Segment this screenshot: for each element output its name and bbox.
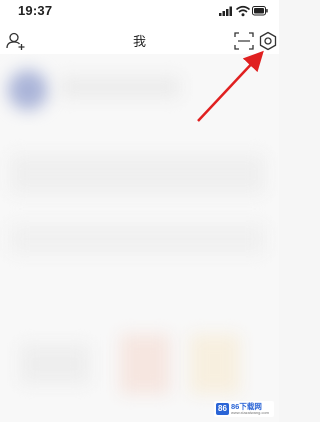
watermark-text-group: 86下载网 www.xiazaiwang.com [231,403,269,416]
watermark-text: 86下载网 [231,401,262,411]
watermark-logo: 86 [216,403,229,415]
watermark-subtext: www.xiazaiwang.com [231,410,270,416]
annotation-arrow [197,50,264,122]
watermark: 86 86下载网 www.xiazaiwang.com [214,401,274,417]
